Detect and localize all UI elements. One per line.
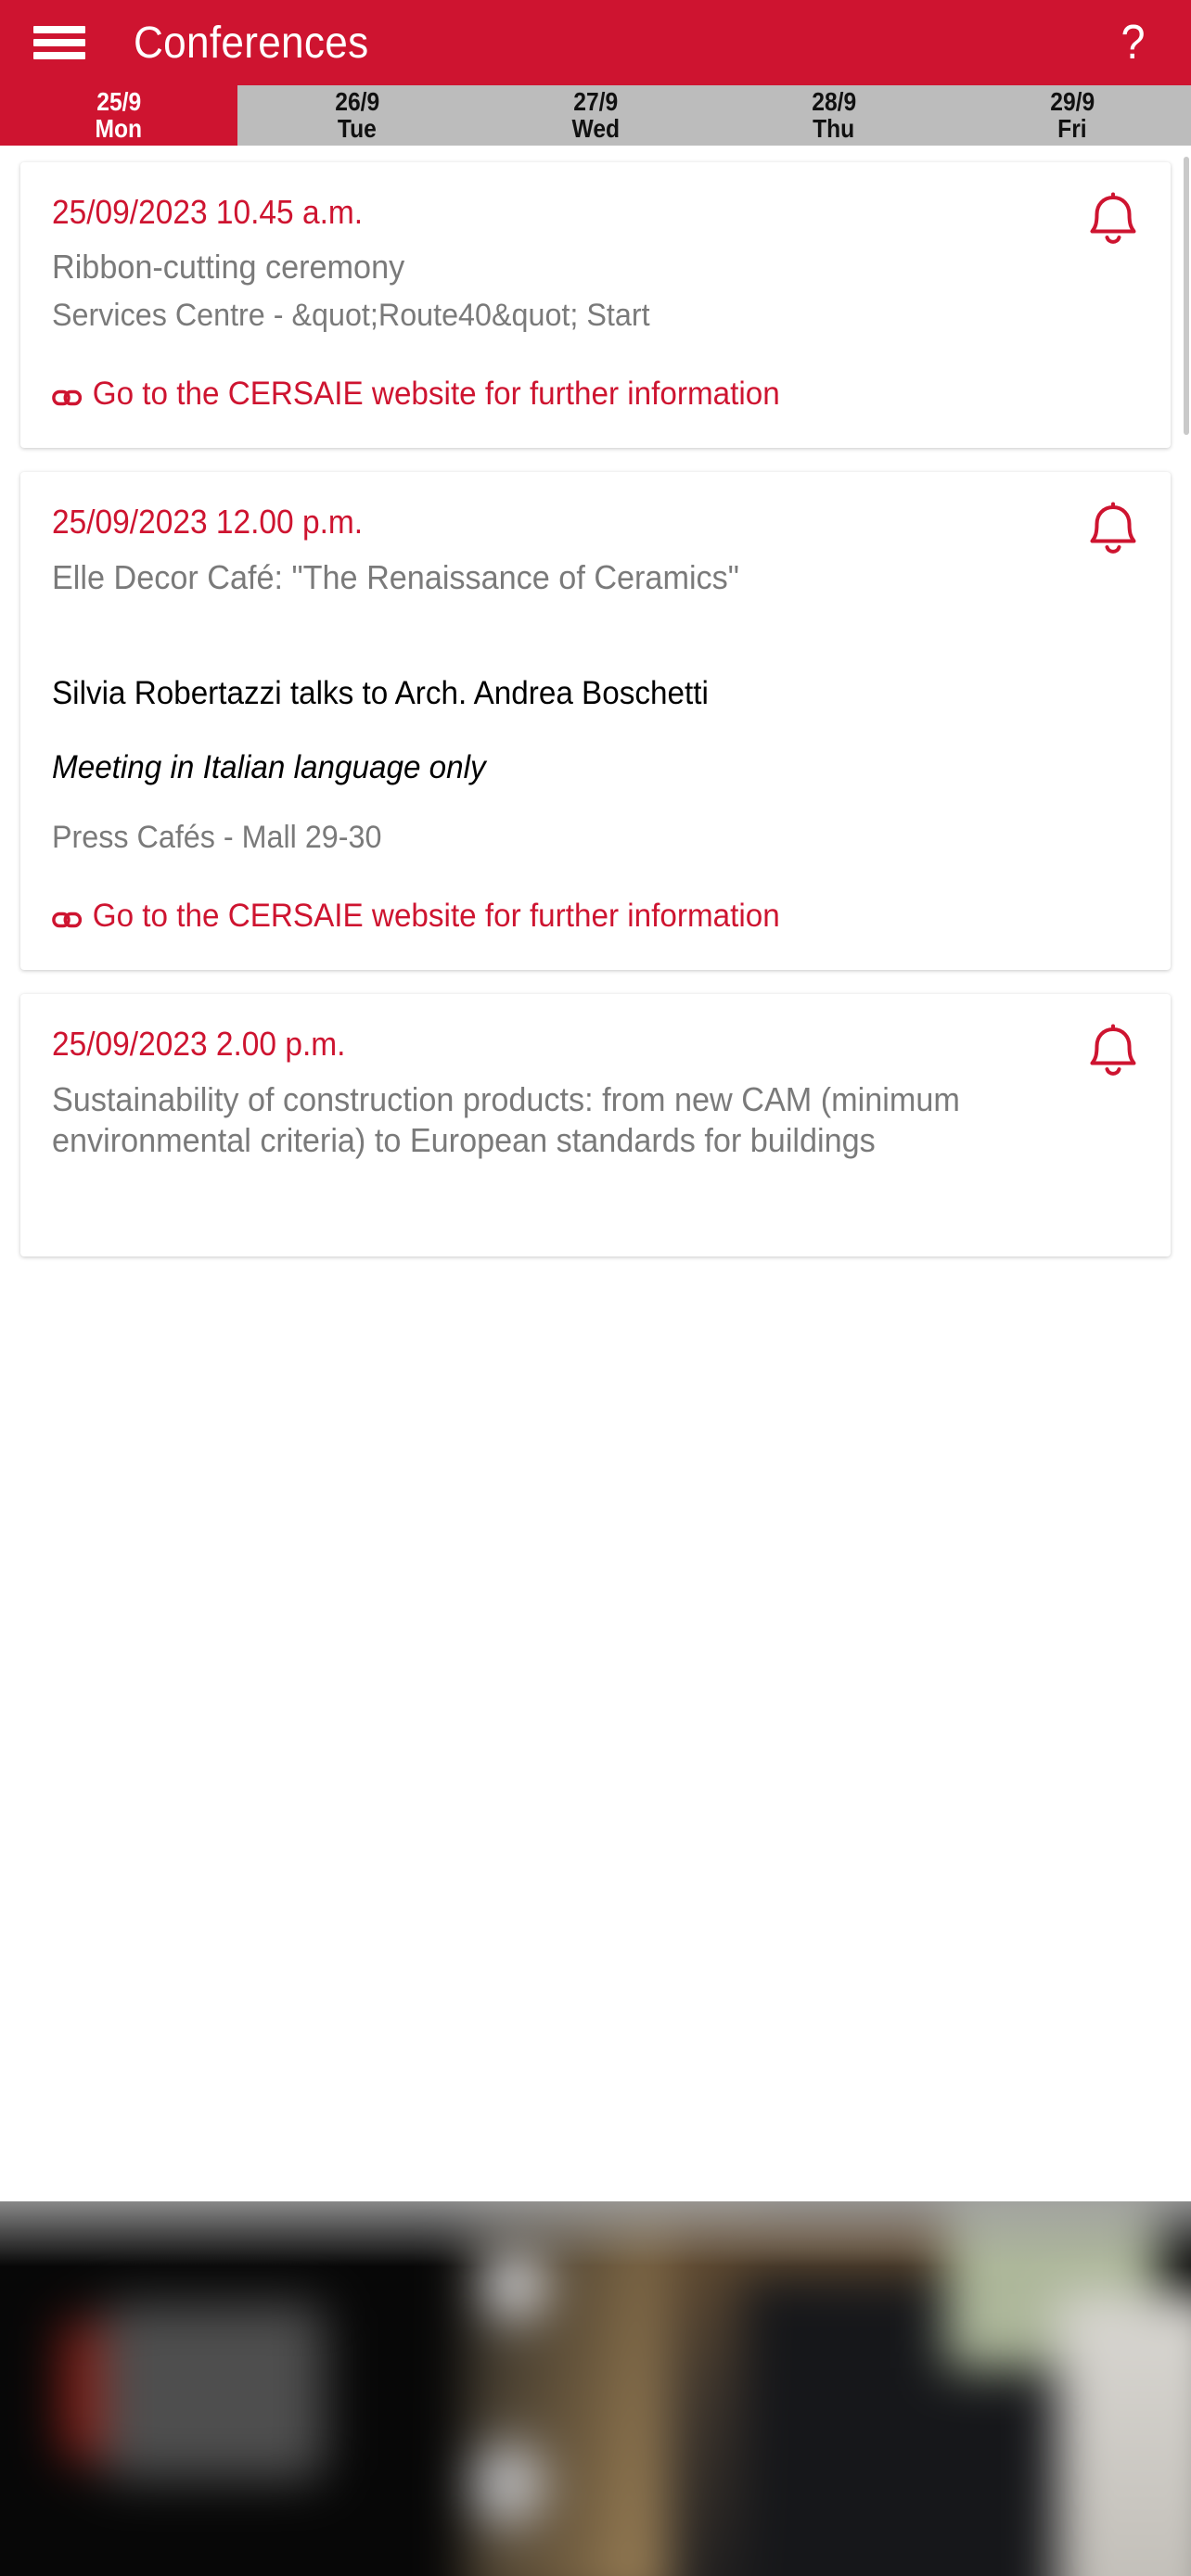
tab-date: 26/9 [335,86,379,116]
tab-weekday: Thu [813,113,855,143]
page-title: Conferences [134,18,369,68]
conferences-app: Conferences ? 25/9 Mon 26/9 Tue 27/9 Wed… [0,0,1191,2576]
event-website-link-text: Go to the CERSAIE website for further in… [92,897,780,934]
link-icon [52,899,83,939]
event-datetime: 25/09/2023 2.00 p.m. [52,1025,346,1064]
event-website-link[interactable]: Go to the CERSAIE website for further in… [52,897,1084,939]
event-card-header-text: 25/09/2023 10.45 a.m. Ribbon-cutting cer… [52,190,1069,287]
event-spacer [52,597,1139,673]
event-website-link[interactable]: Go to the CERSAIE website for further in… [52,375,1084,417]
photo-top-fade [0,2201,1191,2266]
tab-weekday: Mon [95,113,143,143]
event-venue: Services Centre - &quot;Route40&quot; St… [52,298,650,334]
event-datetime: 25/09/2023 12.00 p.m. [52,503,364,542]
event-venue: Press Cafés - Mall 29-30 [52,820,382,856]
event-card-header: 25/09/2023 10.45 a.m. Ribbon-cutting cer… [52,190,1139,287]
event-speaker: Silvia Robertazzi talks to Arch. Andrea … [52,675,709,712]
tab-date: 27/9 [573,86,618,116]
app-header: Conferences ? [0,0,1191,85]
tab-weekday: Wed [571,113,620,143]
event-card[interactable]: 25/09/2023 10.45 a.m. Ribbon-cutting cer… [20,162,1171,449]
bell-icon[interactable] [1087,502,1139,564]
event-language-note: Meeting in Italian language only [52,748,486,785]
day-tab-bar: 25/9 Mon 26/9 Tue 27/9 Wed 28/9 Thu 29/9… [0,85,1191,146]
tab-day-25-9[interactable]: 25/9 Mon [0,85,238,146]
tab-date: 29/9 [1050,86,1095,116]
tab-day-26-9[interactable]: 26/9 Tue [238,85,477,146]
bell-icon[interactable] [1087,1024,1139,1086]
event-title: Elle Decor Café: "The Renaissance of Cer… [52,557,739,596]
event-title: Ribbon-cutting ceremony [52,248,405,287]
tab-day-28-9[interactable]: 28/9 Thu [715,85,954,146]
vertical-scrollbar[interactable] [1184,157,1189,435]
event-datetime: 25/09/2023 10.45 a.m. [52,193,364,231]
background-photo-overlay [0,2201,1191,2576]
event-list: 25/09/2023 10.45 a.m. Ribbon-cutting cer… [0,146,1191,2230]
bell-icon[interactable] [1087,192,1139,254]
event-title: Sustainability of construction products:… [52,1079,960,1159]
tab-date: 28/9 [812,86,856,116]
tab-weekday: Tue [338,113,377,143]
tab-day-29-9[interactable]: 29/9 Fri [954,85,1191,146]
event-card-header: 25/09/2023 2.00 p.m. Sustainability of c… [52,1022,1139,1160]
tab-date: 25/9 [96,86,141,116]
tab-day-27-9[interactable]: 27/9 Wed [477,85,715,146]
event-card-header-text: 25/09/2023 12.00 p.m. Elle Decor Café: "… [52,500,1069,597]
tab-weekday: Fri [1057,113,1087,143]
event-card-header: 25/09/2023 12.00 p.m. Elle Decor Café: "… [52,500,1139,597]
help-icon[interactable]: ? [1114,19,1151,67]
event-card[interactable]: 25/09/2023 2.00 p.m. Sustainability of c… [20,994,1171,1257]
event-card-header-text: 25/09/2023 2.00 p.m. Sustainability of c… [52,1022,1069,1160]
event-card[interactable]: 25/09/2023 12.00 p.m. Elle Decor Café: "… [20,472,1171,971]
hamburger-menu-icon[interactable] [33,22,85,63]
link-icon [52,377,83,417]
event-website-link-text: Go to the CERSAIE website for further in… [92,375,780,412]
